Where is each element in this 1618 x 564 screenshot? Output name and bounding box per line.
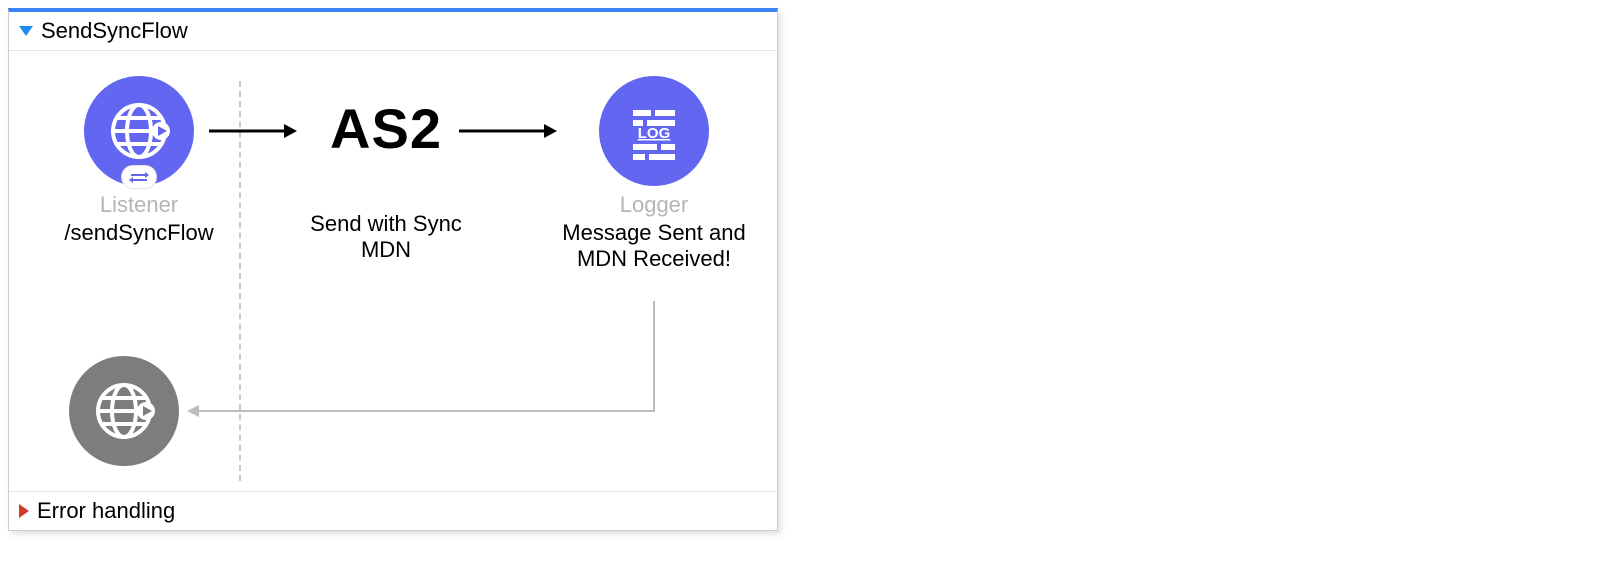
flow-title: SendSyncFlow: [41, 18, 188, 44]
flow-canvas: Listener /sendSyncFlow AS2 Send with Syn…: [9, 51, 777, 491]
error-section-header[interactable]: Error handling: [9, 491, 777, 530]
as2-detail: Send with Sync MDN: [301, 211, 471, 264]
arrow-2: [459, 121, 559, 141]
svg-text:LOG: LOG: [638, 125, 671, 142]
logger-type-label: Logger: [554, 192, 754, 218]
listener-detail: /sendSyncFlow: [54, 220, 224, 246]
return-arrow: [184, 301, 664, 431]
as2-node[interactable]: AS2 Send with Sync MDN: [301, 96, 471, 264]
log-icon: LOG: [599, 76, 709, 186]
expand-icon: [19, 26, 33, 36]
globe-response-icon: [69, 356, 179, 466]
logger-detail: Message Sent and MDN Received!: [554, 220, 754, 273]
collapse-icon: [19, 504, 29, 518]
globe-icon: [84, 76, 194, 186]
flow-header[interactable]: SendSyncFlow: [9, 12, 777, 51]
listener-node[interactable]: Listener /sendSyncFlow: [54, 76, 224, 246]
exchange-icon: [122, 166, 156, 188]
as2-icon: AS2: [301, 96, 471, 161]
listener-type-label: Listener: [54, 192, 224, 218]
response-node[interactable]: [69, 356, 179, 466]
logger-node[interactable]: LOG Logger Message Sent and MDN Received…: [554, 76, 754, 273]
flow-panel: SendSyncFlow: [8, 8, 778, 531]
arrow-1: [209, 121, 299, 141]
error-section-title: Error handling: [37, 498, 175, 524]
